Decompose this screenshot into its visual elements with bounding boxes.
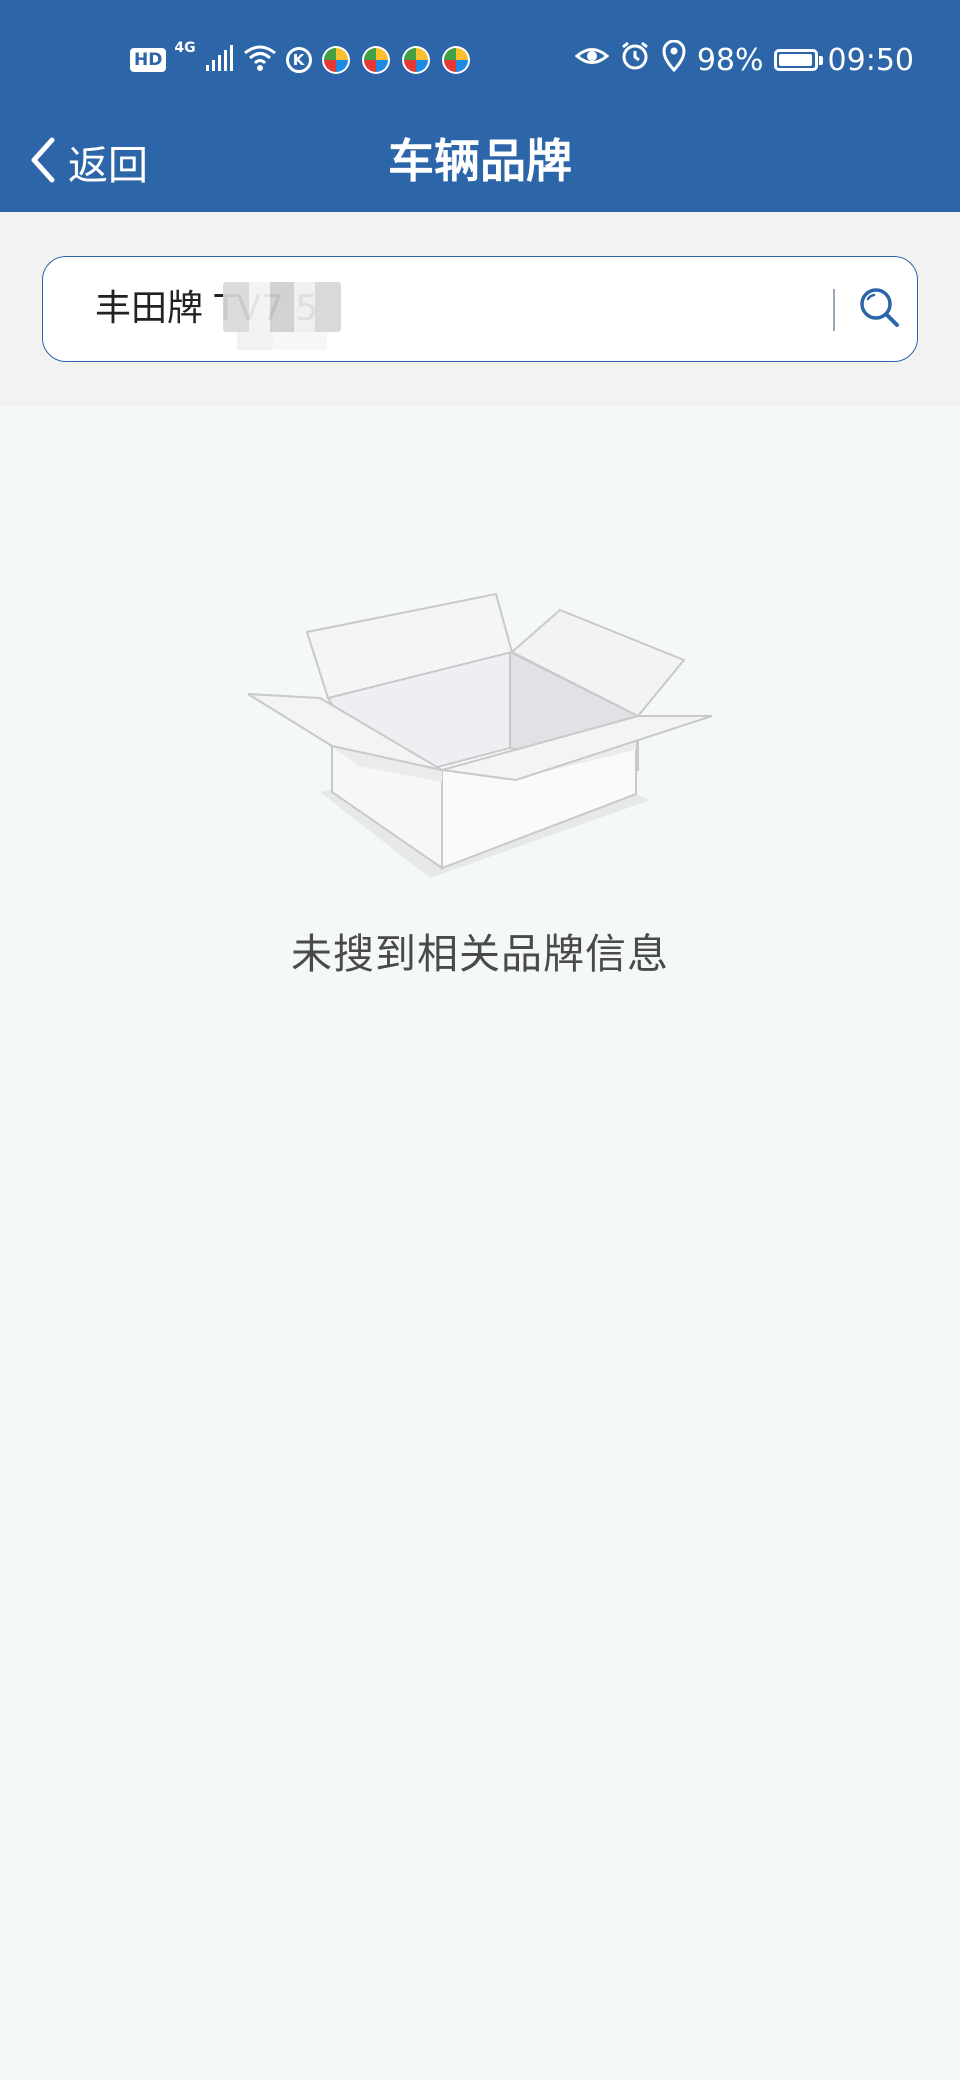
wifi-icon: [242, 43, 278, 77]
app-notification-icon: [320, 44, 352, 76]
app-notification-icon: [360, 44, 392, 76]
alarm-clock-icon: [619, 40, 651, 80]
battery-icon: [773, 49, 823, 71]
k-app-icon: K: [285, 47, 312, 73]
empty-box-icon: [240, 560, 720, 890]
search-divider: [833, 289, 835, 331]
search-icon: [857, 285, 901, 333]
clock-time: 09:50: [827, 42, 914, 78]
nav-bar: 返回 车辆品牌: [0, 112, 960, 212]
network-type-label: 4G: [174, 40, 196, 56]
empty-state-message: 未搜到相关品牌信息: [291, 930, 669, 978]
redacted-text-blur: [223, 282, 341, 350]
battery-percent: 98%: [696, 42, 764, 78]
eye-icon: [574, 41, 610, 79]
app-notification-icon: [400, 44, 432, 76]
search-section: 丰田牌 TV7 5: [0, 212, 960, 406]
search-button[interactable]: [849, 279, 909, 339]
status-bar: HD 4G K 98% 09:50: [0, 0, 960, 112]
app-notification-icon: [440, 44, 472, 76]
status-left-icons: HD 4G K: [130, 40, 472, 80]
page-title: 车辆品牌: [388, 134, 572, 188]
location-pin-icon: [661, 39, 687, 80]
hd-badge: HD: [130, 48, 167, 72]
battery-level-fill: [778, 54, 812, 66]
status-right-icons: 98% 09:50: [574, 38, 914, 82]
signal-icon: [204, 43, 234, 77]
search-box[interactable]: 丰田牌 TV7 5: [42, 256, 918, 362]
